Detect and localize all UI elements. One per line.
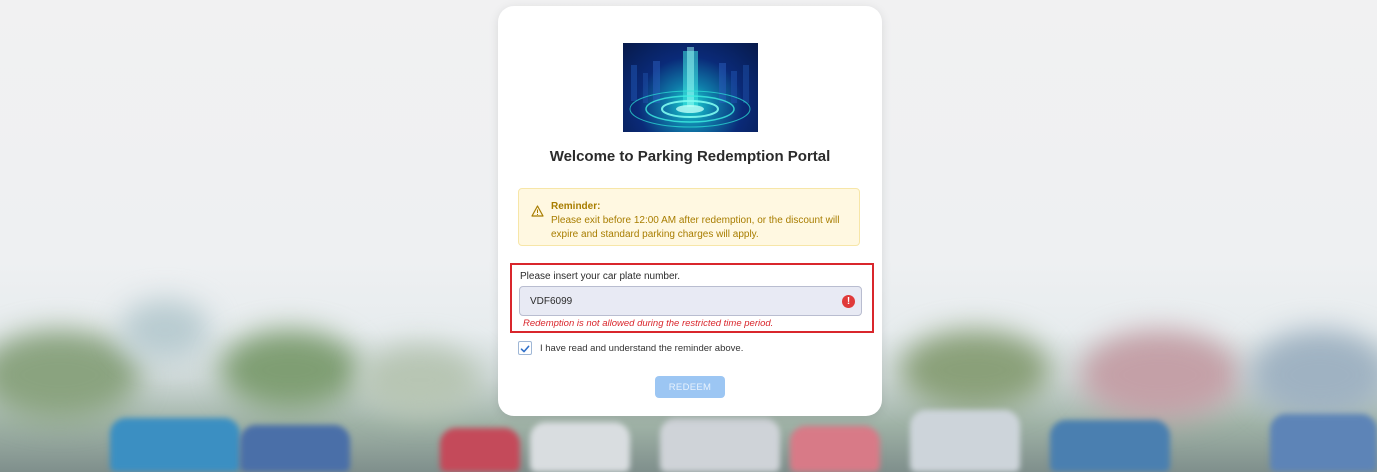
error-icon: ! <box>842 295 855 308</box>
page-title: Welcome to Parking Redemption Portal <box>549 148 831 165</box>
reminder-alert: Reminder: Please exit before 12:00 AM af… <box>518 188 860 246</box>
plate-number-input[interactable] <box>519 286 862 316</box>
reminder-text: Please exit before 12:00 AM after redemp… <box>551 215 840 240</box>
plate-error-message: Redemption is not allowed during the res… <box>523 318 774 329</box>
hero-image <box>623 43 758 132</box>
agreement-checkbox[interactable] <box>518 341 532 355</box>
agreement-label[interactable]: I have read and understand the reminder … <box>540 343 743 354</box>
plate-field-label: Please insert your car plate number. <box>520 271 681 282</box>
redeem-button[interactable]: REDEEM <box>655 376 725 398</box>
warning-icon <box>531 204 544 222</box>
plate-field-group: Please insert your car plate number. ! R… <box>510 263 874 333</box>
checkmark-icon <box>520 345 530 353</box>
redemption-card: Welcome to Parking Redemption Portal Rem… <box>498 6 882 416</box>
reminder-heading: Reminder: <box>551 201 601 212</box>
